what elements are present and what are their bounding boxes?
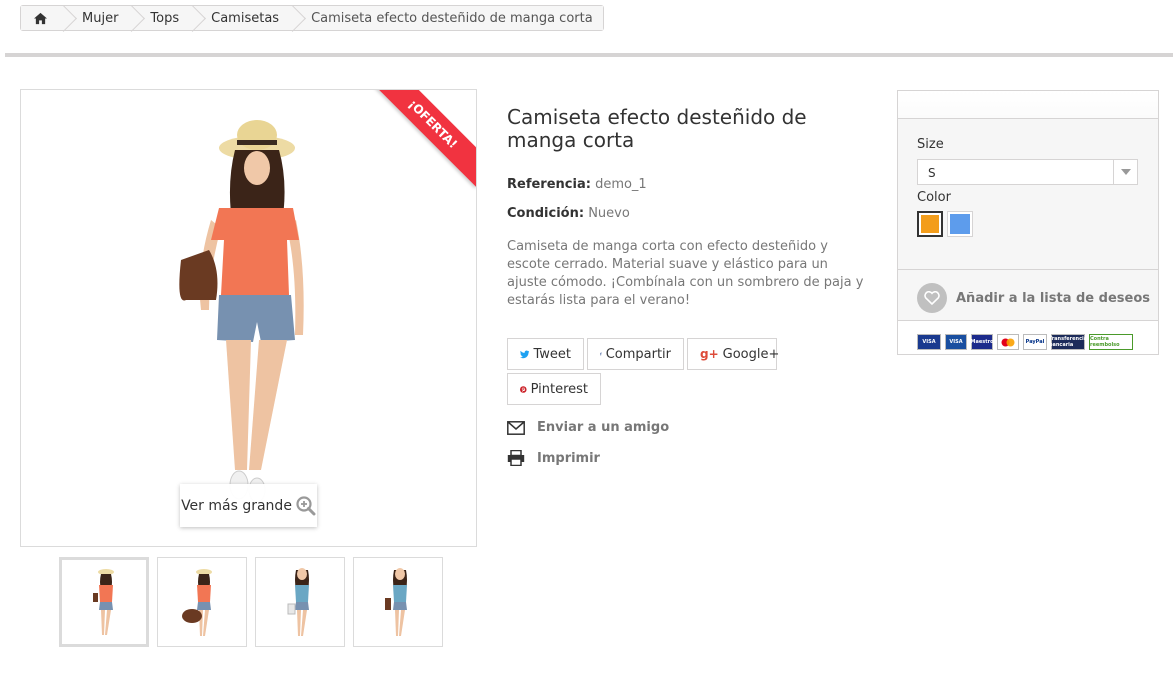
product-main-image[interactable]: ¡OFERTA! Ver más grande: [20, 89, 477, 547]
product-description: Camiseta de manga corta con efecto deste…: [507, 239, 864, 308]
printer-icon: [507, 450, 525, 466]
options-box-header: [898, 91, 1158, 119]
google-plus-button[interactable]: g+ Google+: [687, 338, 780, 370]
google-plus-label: Google+: [722, 346, 780, 362]
product-title: Camiseta efecto desteñido de manga corta: [507, 105, 807, 152]
twitter-icon: [520, 350, 530, 358]
tweet-button[interactable]: Tweet: [507, 338, 584, 370]
reference-label: Referencia:: [507, 177, 591, 192]
product-reference: Referencia: demo_1: [507, 177, 647, 192]
google-plus-icon: g+: [700, 347, 719, 361]
thumbnail-4[interactable]: [353, 557, 443, 647]
condition-value: Nuevo: [588, 206, 630, 221]
print-link[interactable]: Imprimir: [507, 450, 600, 466]
visa-electron-logo: VISA: [945, 334, 967, 350]
paypal-logo: PayPal: [1023, 334, 1047, 350]
pinterest-label: Pinterest: [530, 381, 588, 397]
pinterest-button[interactable]: Pinterest: [507, 373, 601, 405]
home-icon: [34, 12, 47, 24]
reference-value: demo_1: [595, 177, 647, 192]
pinterest-icon: [520, 385, 527, 393]
color-swatch-blue[interactable]: [947, 211, 973, 237]
size-select-value: S: [928, 166, 936, 180]
view-larger-label: Ver más grande: [181, 497, 292, 514]
send-to-friend-link[interactable]: Enviar a un amigo: [507, 420, 669, 435]
facebook-share-label: Compartir: [605, 346, 671, 362]
mastercard-logo: [997, 334, 1019, 350]
add-to-wishlist-button[interactable]: Añadir a la lista de deseos: [917, 283, 1150, 313]
magnifier-plus-icon: [296, 495, 316, 515]
heart-icon: [917, 283, 947, 313]
maestro-logo: Maestro: [971, 334, 994, 350]
product-condition: Condición: Nuevo: [507, 206, 630, 221]
chevron-down-icon: [1113, 160, 1137, 184]
payment-methods: VISA VISA Maestro PayPal Transferencia b…: [917, 334, 1133, 350]
tweet-label: Tweet: [533, 346, 571, 362]
color-label: Color: [917, 190, 951, 205]
thumbnail-3-image: [287, 568, 309, 636]
facebook-icon: [600, 352, 602, 356]
thumbnail-3[interactable]: [255, 557, 345, 647]
breadcrumb-current: Camiseta efecto desteñido de manga corta: [291, 6, 603, 30]
view-larger-button[interactable]: Ver más grande: [180, 484, 317, 527]
condition-label: Condición:: [507, 206, 585, 221]
breadcrumb-item-camisetas[interactable]: Camisetas: [191, 6, 292, 30]
model-photo: [179, 120, 304, 503]
top-divider: [5, 53, 1173, 57]
size-select[interactable]: S: [917, 159, 1138, 185]
thumbnail-4-image: [385, 568, 407, 636]
color-swatch-orange[interactable]: [917, 211, 943, 237]
thumbnail-1[interactable]: [59, 557, 149, 647]
thumbnail-2[interactable]: [157, 557, 247, 647]
bank-transfer-logo: Transferencia bancaria: [1048, 334, 1088, 350]
breadcrumb: Mujer Tops Camisetas Camiseta efecto des…: [20, 5, 604, 31]
send-to-friend-label: Enviar a un amigo: [537, 420, 670, 435]
print-label: Imprimir: [537, 450, 600, 466]
thumbnail-2-image: [182, 569, 212, 636]
facebook-share-button[interactable]: Compartir: [587, 338, 684, 370]
visa-logo: VISA: [917, 334, 941, 350]
add-to-wishlist-label: Añadir a la lista de deseos: [956, 290, 1150, 306]
product-options-box: Size S Color Añadir a la lista de deseos…: [897, 90, 1159, 355]
cash-on-delivery-logo: Contra reembolso: [1089, 334, 1133, 350]
size-label: Size: [917, 137, 944, 152]
envelope-icon: [507, 420, 525, 435]
thumbnail-list: [59, 557, 443, 647]
options-divider: [898, 269, 1158, 270]
thumbnail-1-image: [93, 569, 114, 635]
